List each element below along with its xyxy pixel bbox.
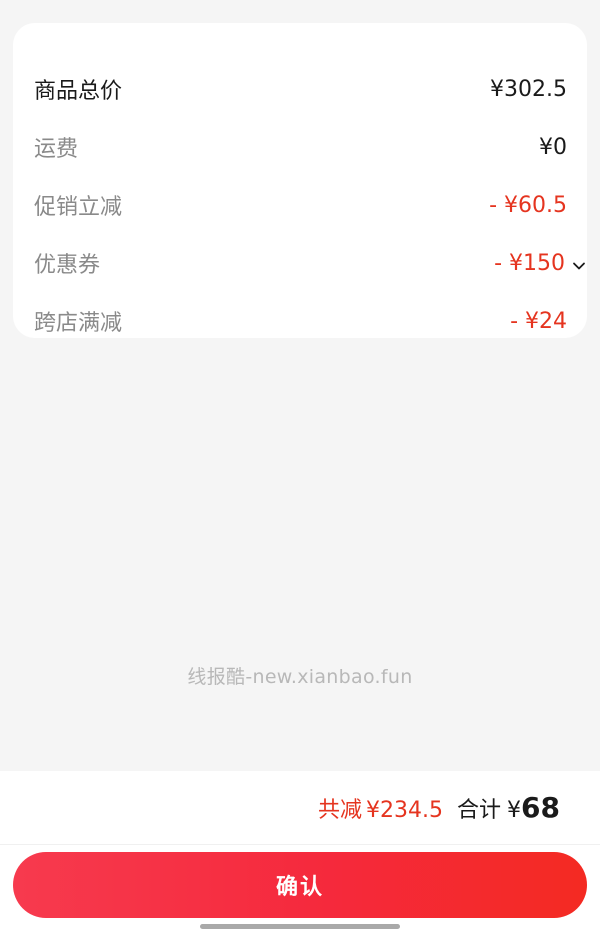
coupon-value[interactable]: - ¥150: [494, 251, 585, 276]
chevron-down-icon[interactable]: [571, 255, 587, 271]
shipping-value: ¥0: [539, 134, 567, 160]
cross-store-discount-value: - ¥24: [510, 308, 567, 334]
saved-label: 共减: [318, 798, 363, 823]
row-coupon[interactable]: 优惠券 - ¥150: [34, 243, 585, 283]
footer-divider: [0, 844, 600, 845]
row-shipping: 运费 ¥0: [34, 127, 567, 167]
goods-total-label: 商品总价: [34, 79, 123, 104]
price-summary: 共减 ¥234.5 合计 ¥ 68: [318, 791, 560, 824]
saved-amount: ¥234.5: [366, 798, 444, 823]
shipping-label: 运费: [34, 137, 79, 162]
goods-total-value: ¥302.5: [490, 76, 567, 102]
total-label: 合计: [457, 798, 502, 823]
cross-store-discount-label: 跨店满减: [34, 311, 123, 336]
coupon-label: 优惠券: [34, 253, 101, 278]
row-goods-total: 商品总价 ¥302.5: [34, 69, 567, 109]
promo-discount-label: 促销立减: [34, 195, 123, 220]
row-promo-discount: 促销立减 - ¥60.5: [34, 185, 567, 225]
total-currency: ¥: [507, 798, 522, 823]
home-indicator[interactable]: [200, 924, 400, 929]
promo-discount-value: - ¥60.5: [489, 192, 567, 218]
price-breakdown-card: 商品总价 ¥302.5 运费 ¥0 促销立减 - ¥60.5 优惠券 - ¥15…: [13, 23, 587, 338]
total-amount: 68: [521, 791, 560, 824]
row-cross-store-discount: 跨店满减 - ¥24: [34, 301, 567, 341]
confirm-button[interactable]: 确认: [13, 852, 587, 918]
watermark-text: 线报酷-new.xianbao.fun: [187, 666, 413, 688]
order-price-page: 商品总价 ¥302.5 运费 ¥0 促销立减 - ¥60.5 优惠券 - ¥15…: [0, 0, 600, 932]
